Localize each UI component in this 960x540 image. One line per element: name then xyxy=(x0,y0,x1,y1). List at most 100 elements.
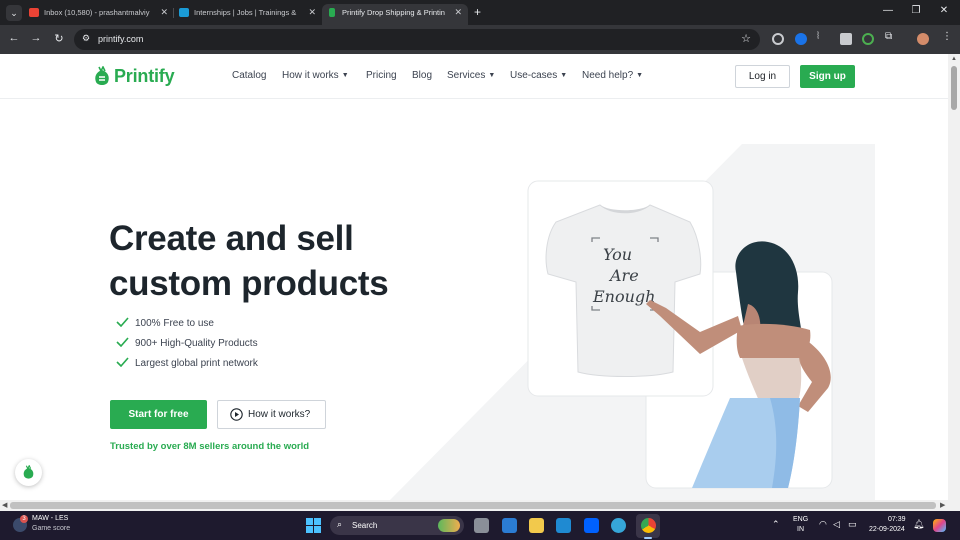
horizontal-scrollbar[interactable]: ◀ ▶ xyxy=(0,500,960,511)
tab-internshala[interactable]: Internships | Jobs | Trainings & ✕ xyxy=(174,4,322,25)
monitor-app-icon[interactable] xyxy=(556,518,571,533)
vertical-scroll-thumb[interactable] xyxy=(951,66,957,110)
shirt-print-line1: You xyxy=(603,245,632,264)
close-window-icon[interactable]: ✕ xyxy=(934,5,954,16)
maximize-icon[interactable]: ❐ xyxy=(906,5,926,16)
volume-icon[interactable]: ◁ xyxy=(833,519,840,530)
shirt-print-line3: Enough xyxy=(592,287,655,306)
url-text[interactable]: printify.com xyxy=(98,34,143,44)
nav-pricing[interactable]: Pricing xyxy=(366,70,397,81)
caret-down-icon: ▼ xyxy=(636,72,644,79)
start-for-free-button[interactable]: Start for free xyxy=(110,400,207,429)
region-indicator[interactable]: IN xyxy=(797,526,804,533)
caret-down-icon: ▼ xyxy=(341,72,349,79)
reload-icon[interactable]: ↻ xyxy=(52,32,66,45)
how-it-works-button[interactable]: How it works? xyxy=(217,400,326,429)
close-tab-icon[interactable]: ✕ xyxy=(308,4,316,21)
nav-catalog[interactable]: Catalog xyxy=(232,70,266,81)
nav-label: Catalog xyxy=(232,70,267,81)
login-button[interactable]: Log in xyxy=(735,65,790,88)
close-tab-icon[interactable]: ✕ xyxy=(160,4,168,21)
nav-use-cases[interactable]: Use-cases ▼ xyxy=(510,70,567,81)
profile-avatar[interactable] xyxy=(917,33,929,45)
nav-services[interactable]: Services ▼ xyxy=(447,70,495,81)
language-indicator[interactable]: ENG xyxy=(793,516,808,523)
caret-down-icon: ▼ xyxy=(488,72,496,79)
tab-printify[interactable]: Printify Drop Shipping & Printin ✕ xyxy=(322,4,468,25)
horizontal-scroll-thumb[interactable] xyxy=(10,502,936,509)
vertical-scrollbar[interactable]: ▲ xyxy=(948,54,960,500)
forward-arrow-icon[interactable]: → xyxy=(29,32,43,44)
check-icon xyxy=(116,357,129,367)
notification-bell-icon[interactable]: 🔔︎ xyxy=(913,519,924,530)
search-highlight-icon xyxy=(438,519,460,532)
extensions-puzzle-icon[interactable]: ⧉ xyxy=(885,31,892,42)
check-icon xyxy=(116,317,129,327)
bookmark-star-icon[interactable]: ☆ xyxy=(741,32,751,45)
dropbox-icon[interactable] xyxy=(584,518,599,533)
feature-text: 100% Free to use xyxy=(135,318,214,329)
back-arrow-icon[interactable]: ← xyxy=(7,32,21,44)
hero-title: Create and sell custom products xyxy=(109,216,429,306)
clock-date[interactable]: 22-09-2024 xyxy=(869,526,905,533)
minimize-icon[interactable]: — xyxy=(878,5,898,16)
camera-extension-icon[interactable] xyxy=(840,33,852,45)
task-view-icon[interactable] xyxy=(474,518,489,533)
extension-icon[interactable] xyxy=(862,33,874,45)
widget-subtitle: Game score xyxy=(32,525,71,532)
caret-down-icon: ▼ xyxy=(560,72,568,79)
widget-badge: 3 xyxy=(20,515,28,523)
extension-icon[interactable] xyxy=(772,33,784,45)
nav-need-help[interactable]: Need help? ▼ xyxy=(582,70,643,81)
play-circle-icon xyxy=(230,408,243,421)
logo-wordmark: Printify xyxy=(114,66,175,86)
printify-favicon-icon xyxy=(329,8,335,17)
extension-icon[interactable]: ⦚ xyxy=(817,31,819,42)
tab-title: Internships | Jobs | Trainings & xyxy=(194,8,297,17)
site-header: Printify Catalog How it works ▼ Pricing B… xyxy=(0,54,948,99)
file-explorer-icon[interactable] xyxy=(529,518,544,533)
scroll-up-arrow-icon[interactable]: ▲ xyxy=(951,56,957,62)
extension-icon[interactable] xyxy=(795,33,807,45)
hero-title-line1: Create and sell xyxy=(109,219,354,258)
nav-label: Blog xyxy=(412,70,433,81)
show-hidden-icons-chevron-icon[interactable]: ⌃ xyxy=(772,519,780,530)
trusted-text: Trusted by over 8M sellers around the wo… xyxy=(110,441,310,452)
chrome-menu-icon[interactable]: ⋮ xyxy=(942,31,952,42)
edge-browser-icon[interactable] xyxy=(611,518,626,533)
battery-icon[interactable]: ▭ xyxy=(848,519,857,530)
shirt-print-line2: Are xyxy=(608,266,639,285)
browser-tab-strip: ⌄ Inbox (10,580) - prashantmalviy ✕ Inte… xyxy=(0,0,960,25)
page-viewport: You Are Enough Printify Catalog How it w… xyxy=(0,54,948,500)
nav-blog[interactable]: Blog xyxy=(412,70,432,81)
internshala-favicon-icon xyxy=(179,8,189,17)
browser-toolbar: ← → ↻ ⚙ printify.com ☆ ⦚ ⧉ ⋮ xyxy=(0,25,960,54)
new-tab-button[interactable]: + xyxy=(474,5,481,19)
printify-logo-icon xyxy=(95,66,109,85)
nav-label: Services xyxy=(447,70,486,81)
taskbar-search[interactable]: ⌕ Search xyxy=(330,516,464,535)
address-bar[interactable]: ⚙ printify.com ☆ xyxy=(74,29,760,50)
nav-label: Need help? xyxy=(582,70,634,81)
site-settings-icon[interactable]: ⚙ xyxy=(82,33,90,44)
nav-how-it-works[interactable]: How it works ▼ xyxy=(282,70,349,81)
tab-search-chevron-icon[interactable]: ⌄ xyxy=(6,5,22,21)
signup-button[interactable]: Sign up xyxy=(800,65,855,88)
mail-app-icon[interactable] xyxy=(502,518,517,533)
clock-time[interactable]: 07:39 xyxy=(888,516,906,523)
tab-title: Printify Drop Shipping & Printin xyxy=(342,8,445,17)
help-chat-button[interactable] xyxy=(15,459,42,486)
wifi-icon[interactable]: ◠ xyxy=(819,519,827,530)
feature-text: 900+ High-Quality Products xyxy=(135,338,258,349)
windows-taskbar: 3 MAW - LES Game score ⌕ Search ⌃ ENG IN… xyxy=(0,511,960,540)
windows-start-icon[interactable] xyxy=(306,518,321,533)
scroll-left-arrow-icon[interactable]: ◀ xyxy=(2,501,7,509)
active-app-indicator xyxy=(644,537,652,539)
printify-chat-icon xyxy=(23,465,34,479)
tab-gmail[interactable]: Inbox (10,580) - prashantmalviy ✕ xyxy=(24,4,174,25)
scroll-right-arrow-icon[interactable]: ▶ xyxy=(940,501,945,509)
chrome-icon[interactable] xyxy=(641,518,656,533)
gmail-favicon-icon xyxy=(29,8,39,17)
close-tab-icon[interactable]: ✕ xyxy=(454,4,462,21)
copilot-icon[interactable] xyxy=(933,519,946,532)
